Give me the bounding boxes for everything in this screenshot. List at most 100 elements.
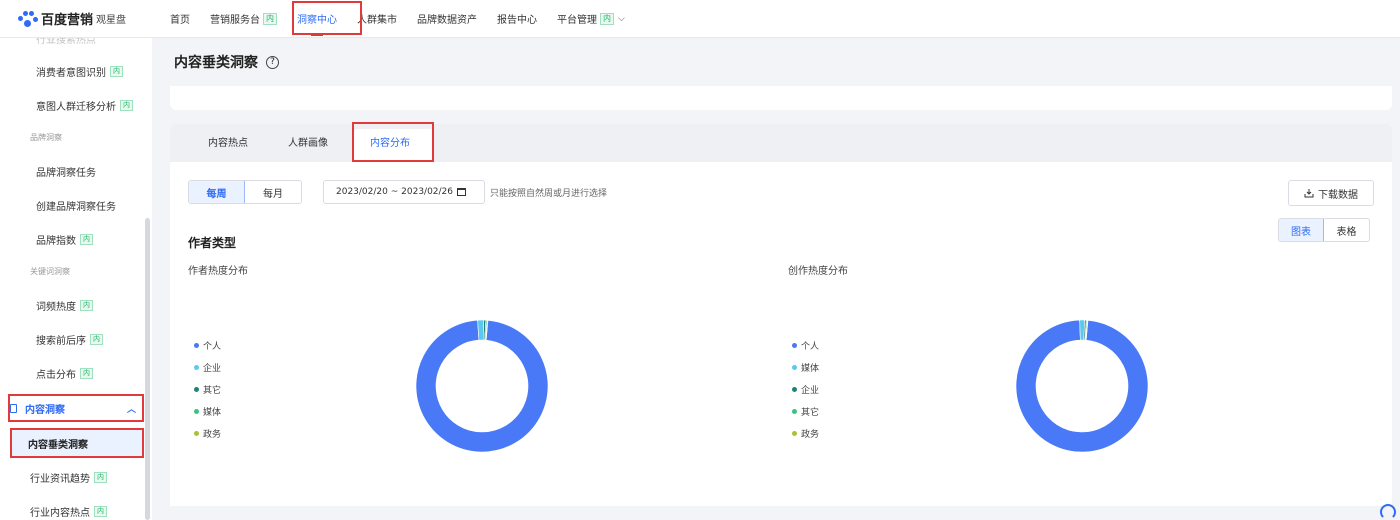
sidebar-item-consumer-intent[interactable]: 消费者意图识别内 xyxy=(36,64,123,79)
sidebar-section-content-insight[interactable]: 内容洞察 ︿ xyxy=(10,396,142,420)
sidebar-item-click-distribution[interactable]: 点击分布内 xyxy=(36,366,93,381)
legend-dot xyxy=(792,408,797,414)
table-view-option[interactable]: 表格 xyxy=(1324,219,1369,241)
sidebar-scrollbar[interactable] xyxy=(145,218,150,520)
legend-label: 政务 xyxy=(203,429,222,440)
internal-badge: 内 xyxy=(600,12,614,25)
weekly-option[interactable]: 每周 xyxy=(189,181,245,203)
tab-audience-profile[interactable]: 人群画像 xyxy=(288,134,328,149)
sidebar-item-intent-migration[interactable]: 意图人群迁移分析内 xyxy=(36,98,133,113)
nav-audience-market[interactable]: 人群集市 xyxy=(357,0,397,38)
legend-item[interactable]: 政务 xyxy=(194,422,221,444)
nav-brand-data-assets-label: 品牌数据资产 xyxy=(417,15,477,26)
legend-dot xyxy=(792,342,797,348)
legend-item[interactable]: 个人 xyxy=(792,334,819,356)
sidebar-group-brand: 品牌洞察 xyxy=(30,133,62,142)
legend-label: 媒体 xyxy=(801,363,820,374)
help-icon[interactable]: ? xyxy=(266,55,279,69)
legend-item[interactable]: 个人 xyxy=(194,334,221,356)
download-label: 下载数据 xyxy=(1318,189,1358,201)
download-data-button[interactable]: 下载数据 xyxy=(1288,180,1374,206)
chevron-up-icon: ︿ xyxy=(126,404,136,415)
sidebar-item-create-brand-task[interactable]: 创建品牌洞察任务 xyxy=(36,198,116,213)
nav-insight-center-label: 洞察中心 xyxy=(297,15,337,26)
nav-platform-admin-label: 平台管理 xyxy=(557,15,597,26)
legend-item[interactable]: 媒体 xyxy=(792,356,819,378)
sidebar-item-content-vertical[interactable]: 内容垂类洞察 xyxy=(12,430,142,456)
legend-label: 个人 xyxy=(203,341,222,352)
nav-brand-data-assets[interactable]: 品牌数据资产 xyxy=(417,0,477,38)
chart-1-legend: 个人 企业 其它 媒体 政务 xyxy=(194,334,221,444)
sidebar-group-keyword: 关键词洞察 xyxy=(30,267,70,276)
internal-badge: 内 xyxy=(80,234,93,245)
nav-home[interactable]: 首页 xyxy=(170,0,190,38)
chevron-down-icon: ⌵ xyxy=(618,13,625,24)
author-heat-donut-chart[interactable] xyxy=(412,316,552,456)
legend-dot xyxy=(792,364,797,370)
legend-item[interactable]: 其它 xyxy=(194,378,221,400)
top-navigation: 百度营销 观星盘 首页 营销服务台内 洞察中心 人群集市 品牌数据资产 报告中心… xyxy=(0,0,1400,38)
nav-home-label: 首页 xyxy=(170,15,190,26)
page-title-text: 内容垂类洞察 xyxy=(174,55,258,71)
legend-dot xyxy=(194,408,199,414)
nav-report-center-label: 报告中心 xyxy=(497,15,537,26)
tab-bar: 内容热点 人群画像 内容分布 xyxy=(170,124,1392,162)
date-range-picker[interactable]: 2023/02/20 ~ 2023/02/26 xyxy=(323,180,485,204)
baidu-marketing-logo[interactable]: 百度营销 观星盘 xyxy=(18,9,160,28)
sidebar-item-label: 消费者意图识别 xyxy=(36,68,106,79)
sidebar-item-search-sequence[interactable]: 搜索前后序内 xyxy=(36,332,103,347)
sidebar-item-brand-tasks[interactable]: 品牌洞察任务 xyxy=(36,164,96,179)
legend-label: 媒体 xyxy=(203,407,222,418)
tab-content-distribution[interactable]: 内容分布 xyxy=(370,134,410,149)
sidebar-item-label: 行业资讯趋势 xyxy=(30,474,90,485)
content-insight-icon xyxy=(10,403,17,413)
sidebar-item-label: 意图人群迁移分析 xyxy=(36,102,116,113)
brand-name: 百度营销 xyxy=(41,13,94,28)
sidebar-item-brand-index[interactable]: 品牌指数内 xyxy=(36,232,93,247)
monthly-option[interactable]: 每月 xyxy=(245,181,301,203)
legend-dot xyxy=(194,430,199,436)
chart-2-legend: 个人 媒体 企业 其它 政务 xyxy=(792,334,819,444)
nav-audience-market-label: 人群集市 xyxy=(357,15,397,26)
sidebar-item-industry-content-hot[interactable]: 行业内容热点内 xyxy=(30,504,107,519)
donut-slice-企业[interactable] xyxy=(477,319,485,341)
nav-marketing-desk[interactable]: 营销服务台内 xyxy=(210,0,277,38)
nav-platform-admin[interactable]: 平台管理内 ⌵ xyxy=(557,0,625,38)
internal-badge: 内 xyxy=(110,66,123,77)
legend-label: 企业 xyxy=(203,363,222,374)
view-toggle: 图表 表格 xyxy=(1278,218,1370,242)
internal-badge: 内 xyxy=(120,100,133,111)
sidebar-item-word-heat[interactable]: 词频热度内 xyxy=(36,298,93,313)
legend-dot xyxy=(194,386,199,392)
sidebar-item-label: 词频热度 xyxy=(36,302,76,313)
legend-item[interactable]: 企业 xyxy=(792,378,819,400)
sidebar-item-cut[interactable]: 行业搜索热点 xyxy=(36,38,96,46)
legend-label: 企业 xyxy=(801,385,820,396)
nav-marketing-desk-label: 营销服务台 xyxy=(210,15,260,26)
date-range-value: 2023/02/20 ~ 2023/02/26 xyxy=(336,187,454,197)
chart-1-subtitle: 作者热度分布 xyxy=(188,266,248,277)
internal-badge: 内 xyxy=(90,334,103,345)
tab-content-hotspot[interactable]: 内容热点 xyxy=(208,134,248,149)
sidebar-item-label: 内容垂类洞察 xyxy=(28,439,88,451)
legend-label: 个人 xyxy=(801,341,820,352)
legend-item[interactable]: 媒体 xyxy=(194,400,221,422)
period-toggle: 每周 每月 xyxy=(188,180,302,204)
legend-item[interactable]: 企业 xyxy=(194,356,221,378)
legend-label: 其它 xyxy=(203,385,222,396)
nav-insight-center[interactable]: 洞察中心 xyxy=(297,0,337,38)
sidebar-item-industry-news[interactable]: 行业资讯趋势内 xyxy=(30,470,107,485)
creation-heat-donut-chart[interactable] xyxy=(1012,316,1152,456)
internal-badge: 内 xyxy=(263,12,277,25)
sidebar-item-label: 品牌洞察任务 xyxy=(36,168,96,179)
chart-view-option[interactable]: 图表 xyxy=(1279,219,1324,241)
date-hint: 只能按照自然周或月进行选择 xyxy=(490,189,608,199)
product-name: 观星盘 xyxy=(96,15,127,26)
sidebar-item-label: 搜索前后序 xyxy=(36,336,86,347)
legend-dot xyxy=(194,342,199,348)
legend-item[interactable]: 其它 xyxy=(792,400,819,422)
customer-support-icon[interactable] xyxy=(1380,504,1396,520)
legend-item[interactable]: 政务 xyxy=(792,422,819,444)
chart-2-subtitle: 创作热度分布 xyxy=(788,266,848,277)
nav-report-center[interactable]: 报告中心 xyxy=(497,0,537,38)
